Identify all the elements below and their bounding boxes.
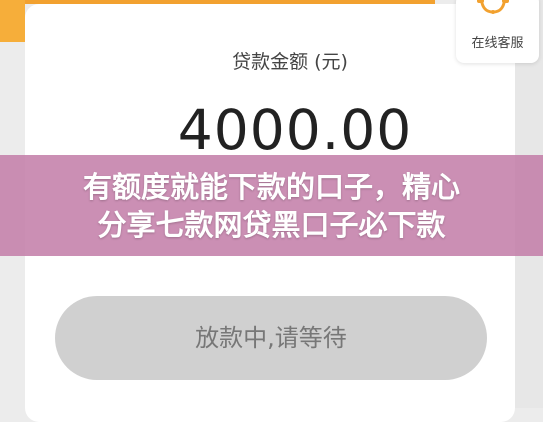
left-orange-strip xyxy=(0,0,25,42)
loan-status-button[interactable]: 放款中,请等待 xyxy=(55,296,487,380)
customer-service-button[interactable]: 在线客服 xyxy=(456,0,539,63)
customer-service-headset-icon xyxy=(476,0,510,14)
overlay-title-line-1: 有额度就能下款的口子，精心 xyxy=(82,170,460,204)
loan-amount-label: 贷款金额 (元) xyxy=(232,51,348,73)
overlay-title-line-2: 分享七款网贷黑口子必下款 xyxy=(97,208,446,242)
title-overlay-banner: 有额度就能下款的口子，精心 分享七款网贷黑口子必下款 xyxy=(0,155,543,256)
customer-service-label: 在线客服 xyxy=(471,36,524,51)
